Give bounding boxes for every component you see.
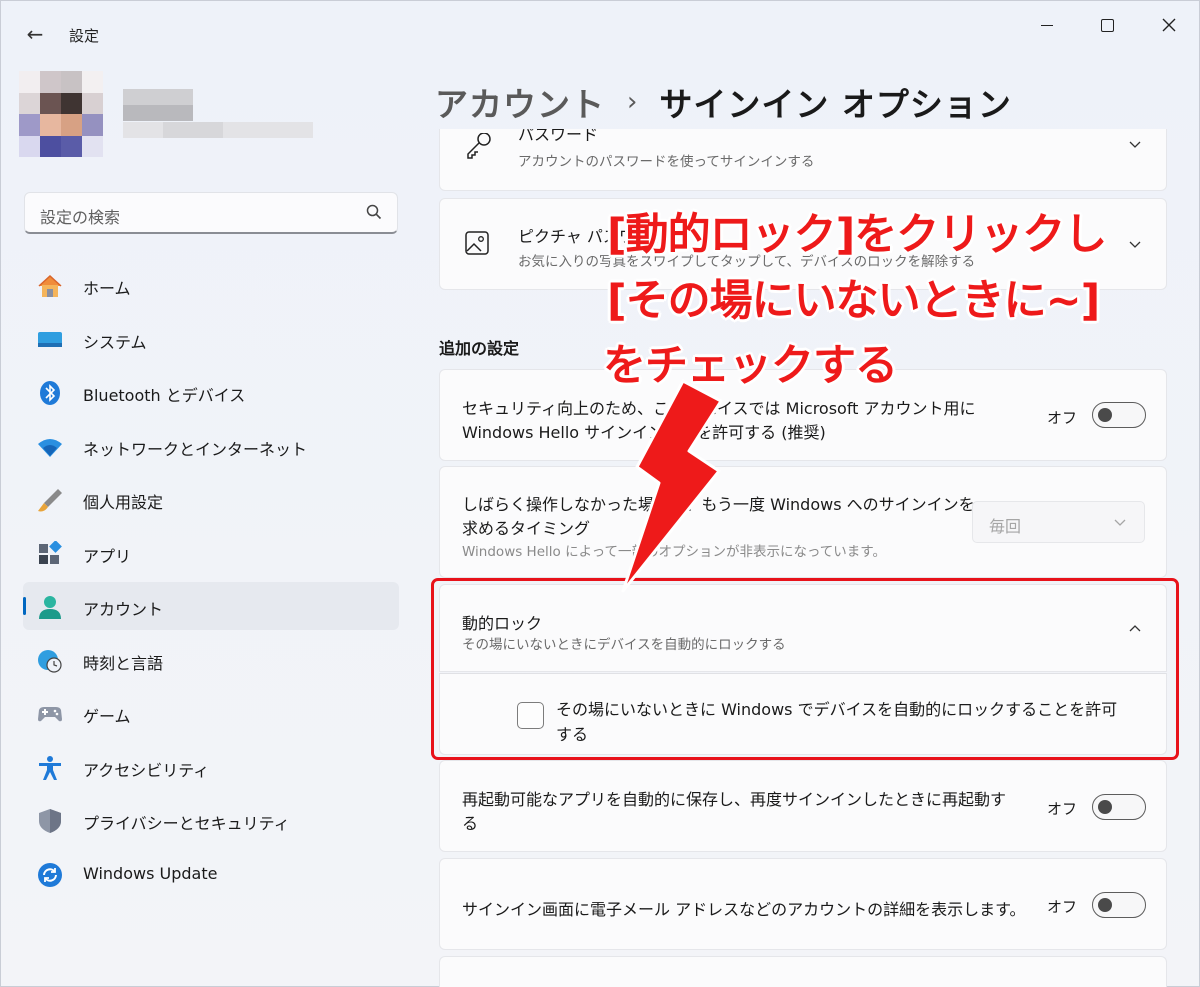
search-input[interactable]: 設定の検索 [40,204,120,228]
account-details-card: サインイン画面に電子メール アドレスなどのアカウントの詳細を表示します。 オフ [439,858,1167,950]
sidebar-item-time-language[interactable]: 時刻と言語 [23,636,399,684]
signin-timing-dropdown[interactable]: 毎回 [972,501,1145,543]
picture-icon [465,231,489,255]
avatar [19,71,103,157]
annotation-highlight-box [431,578,1179,760]
system-icon [38,331,62,347]
account-icon [39,596,61,619]
minimize-icon [1041,24,1053,26]
user-profile[interactable] [19,71,319,161]
annotation-arrow-icon [621,379,723,593]
back-button[interactable]: ← [17,19,53,49]
password-card[interactable]: パスワード アカウントのパスワードを使ってサインインする [439,129,1167,191]
password-title: パスワード [518,129,599,144]
close-icon [1162,18,1176,32]
chevron-down-icon [1114,519,1126,526]
toggle-knob [1098,800,1112,814]
account-details-toggle-label: オフ [1047,898,1078,916]
close-button[interactable] [1139,7,1199,43]
gamepad-icon [38,707,62,722]
restart-apps-card: 再起動可能なアプリを自動的に保存し、再度サインインしたときに再起動す る オフ [439,760,1167,852]
chevron-down-icon [1129,141,1141,148]
sidebar-item-windows-update[interactable]: Windows Update [23,850,399,898]
sidebar-item-accessibility[interactable]: アクセシビリティ [23,743,399,791]
accessibility-icon [39,755,61,780]
page-title: サインイン オプション [659,85,1012,124]
wifi-icon [38,438,62,457]
sidebar-item-home[interactable]: ホーム [23,261,399,309]
sidebar-item-system[interactable]: システム [23,315,399,363]
apps-icon [39,540,62,564]
key-icon [467,133,491,159]
brush-icon [38,489,62,512]
toggle-knob [1098,408,1112,422]
password-subtitle: アカウントのパスワードを使ってサインインする [518,154,815,170]
app-title: 設定 [69,27,100,45]
annotation-line-2: [その場にいないときに~] [607,276,1100,326]
next-card-partial [439,956,1167,987]
sidebar-item-gaming[interactable]: ゲーム [23,689,399,737]
back-arrow-icon: ← [26,22,44,46]
update-icon [38,862,62,887]
additional-settings-heading: 追加の設定 [439,339,520,358]
restart-apps-toggle[interactable] [1092,794,1146,820]
account-details-toggle[interactable] [1092,892,1146,918]
toggle-knob [1098,898,1112,912]
title-bar: ← 設定 [1,1,1200,65]
bluetooth-icon [40,381,60,405]
dropdown-value: 毎回 [989,517,1022,536]
shield-icon [39,809,61,833]
sidebar-item-apps[interactable]: アプリ [23,529,399,577]
sidebar-item-network[interactable]: ネットワークとインターネット [23,422,399,470]
restart-apps-title-2: る [462,814,479,833]
minimize-button[interactable] [1017,7,1077,43]
breadcrumb-separator-icon: › [627,87,638,117]
sidebar-nav: ホーム システム Bluetooth とデバイス ネットワークとインターネット [23,261,399,903]
breadcrumb-parent[interactable]: アカウント [435,78,605,126]
maximize-icon [1100,18,1114,32]
sidebar-item-bluetooth[interactable]: Bluetooth とデバイス [23,368,399,416]
signin-timing-title-2: 求めるタイミング [462,519,591,538]
hello-only-toggle[interactable] [1092,402,1146,428]
maximize-button[interactable] [1077,7,1137,43]
restart-apps-toggle-label: オフ [1047,800,1078,818]
search-box[interactable]: 設定の検索 [24,192,398,234]
user-name-blurred [123,89,313,138]
breadcrumb: アカウント › サインイン オプション [435,79,1012,125]
search-icon [366,204,382,220]
settings-window: ← 設定 設定の検索 ホーム システム Bluetooth とデバイス ネットワ… [0,0,1200,987]
sidebar-item-personalization[interactable]: 個人用設定 [23,475,399,523]
annotation-line-3: をチェックする [603,341,898,391]
hello-only-toggle-label: オフ [1047,409,1078,427]
sidebar-item-accounts[interactable]: アカウント [23,582,399,630]
home-icon [38,274,62,297]
clock-globe-icon [38,649,62,673]
chevron-down-icon [1129,241,1141,248]
restart-apps-title-1: 再起動可能なアプリを自動的に保存し、再度サインインしたときに再起動す [462,790,1007,809]
account-details-title: サインイン画面に電子メール アドレスなどのアカウントの詳細を表示します。 [462,900,1026,919]
sidebar-item-privacy[interactable]: プライバシーとセキュリティ [23,796,399,844]
annotation-line-1: [動的ロック]をクリックし [607,210,1107,260]
